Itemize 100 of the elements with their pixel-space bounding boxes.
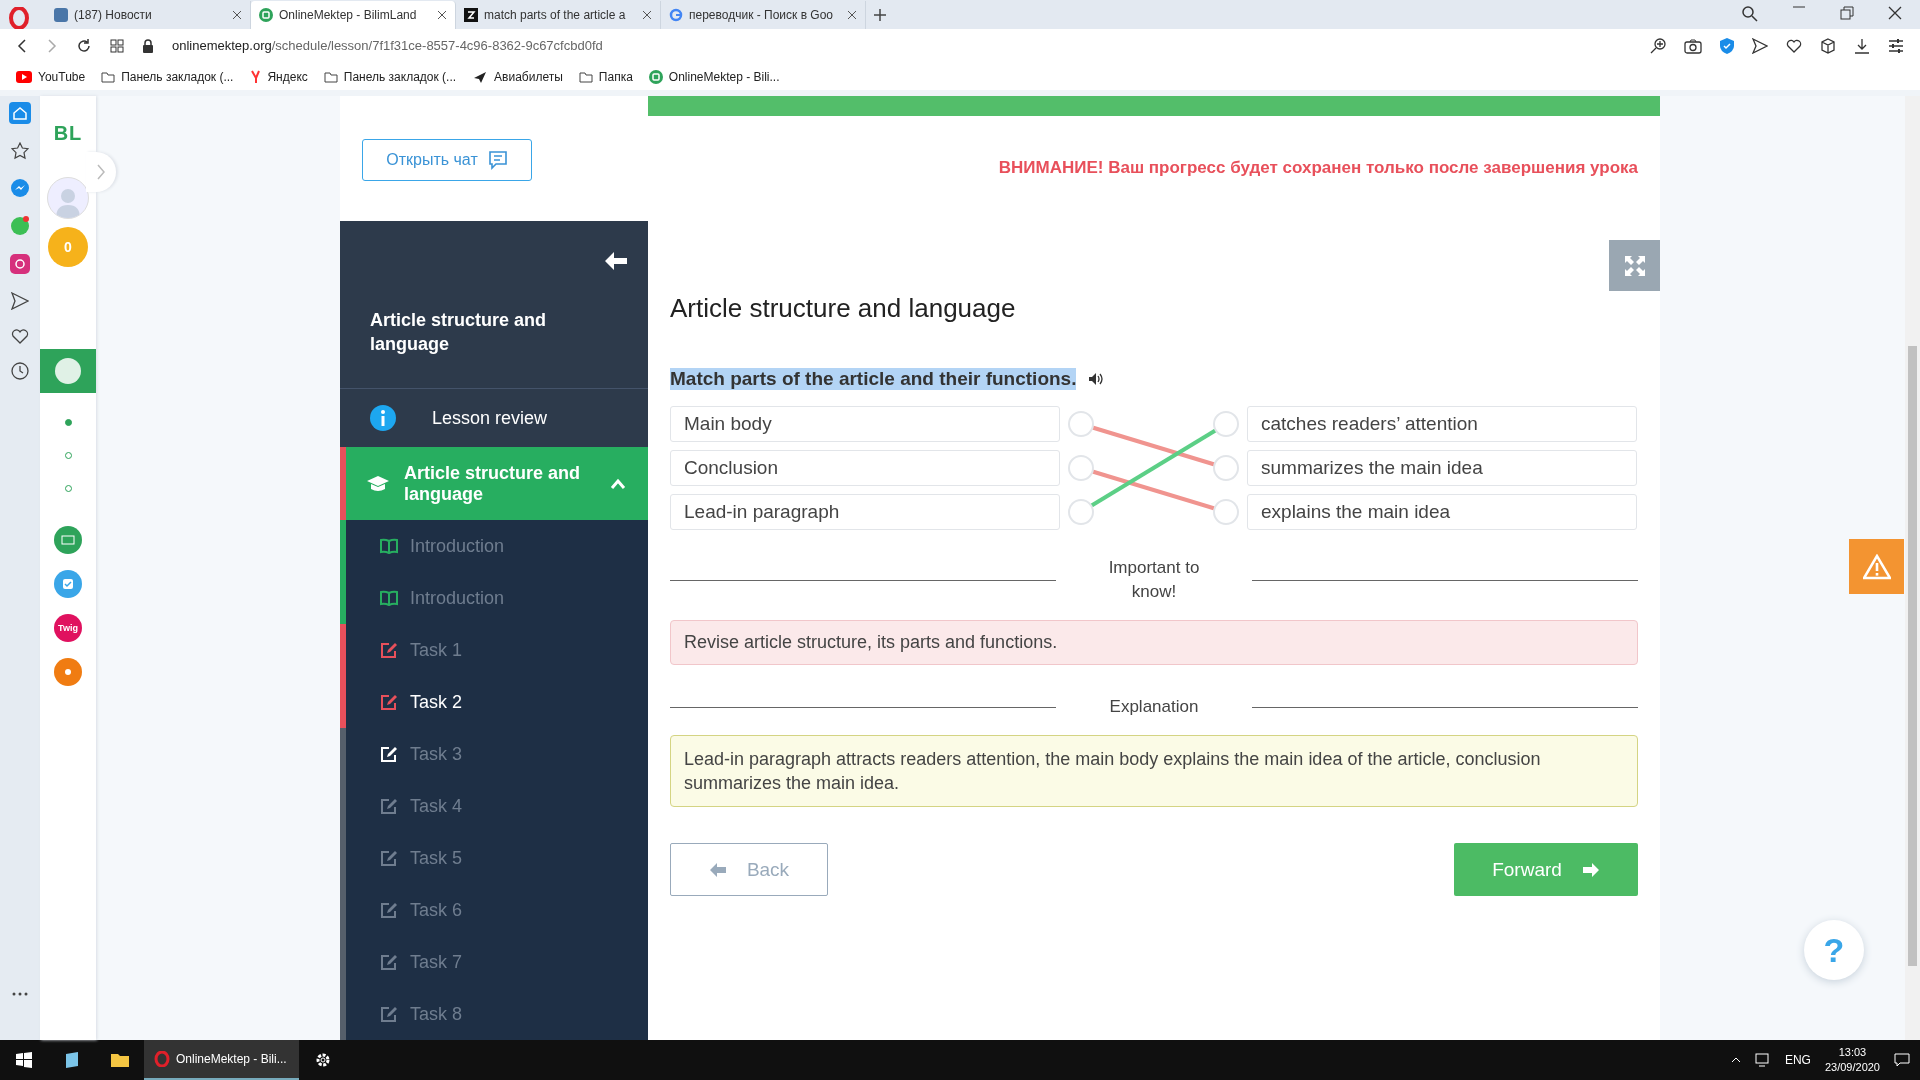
warning-text: ВНИМАНИЕ! Ваш прогресс будет сохранен только после завершения урока (997, 158, 1638, 178)
connector-handle[interactable] (1068, 499, 1094, 525)
heart-icon (11, 328, 29, 344)
browser-tab[interactable]: OnlineMektep - BilimLand (251, 0, 456, 29)
match-item[interactable]: Lead-in paragraph (670, 494, 1060, 530)
site-logo-icon (648, 69, 663, 84)
caret-icon (1730, 1057, 1741, 1063)
clock-icon (11, 362, 29, 380)
avatar[interactable] (47, 177, 89, 219)
person-silhouette-icon (55, 186, 81, 218)
lesson-review-label[interactable]: Lesson review (432, 407, 548, 429)
close-icon[interactable] (437, 9, 447, 20)
coin-count: 0 (48, 227, 88, 267)
report-button[interactable] (1849, 539, 1904, 594)
warning-icon (1862, 553, 1891, 580)
fullscreen-button[interactable] (1609, 240, 1660, 291)
info-icon (370, 405, 396, 431)
camera-square-icon (10, 254, 30, 274)
search-icon (1742, 6, 1758, 23)
reload-icon (76, 37, 92, 54)
browser-logo-icon (8, 6, 30, 29)
left-arrow-icon (708, 861, 727, 878)
letter-y-icon (249, 69, 262, 84)
hint-box: Revise article structure, its parts and functions. (670, 620, 1638, 665)
taskbar-app[interactable]: OnlineMektep - Bili... (144, 1040, 299, 1080)
chevron-icon[interactable] (610, 477, 626, 490)
browser-tab[interactable]: (187) Новости (46, 0, 251, 29)
send-icon (11, 292, 29, 310)
more-icon (12, 992, 28, 996)
step-dot[interactable] (64, 419, 72, 426)
vk-icon (54, 7, 68, 22)
match-item[interactable]: catches readers’ attention (1247, 406, 1637, 442)
settings-icon (314, 1051, 332, 1069)
clock-time[interactable]: 13:03 (1838, 1045, 1867, 1060)
connector-handle[interactable] (1213, 455, 1239, 481)
site-logo-icon (259, 7, 273, 22)
lesson-step-item[interactable]: Task 2 (340, 676, 648, 728)
network-icon (1754, 1053, 1771, 1067)
connector-handle[interactable] (1213, 499, 1239, 525)
course-logo[interactable] (40, 349, 96, 393)
grid-icon (110, 38, 124, 53)
bookmark-link[interactable]: YouTube (38, 69, 86, 84)
right-arrow-icon (1581, 861, 1600, 878)
download-icon (1854, 37, 1870, 54)
close-icon[interactable] (847, 9, 857, 20)
windows-icon (16, 1052, 32, 1068)
task-title: Article structure and language (670, 293, 1017, 324)
cube-icon (1820, 37, 1836, 54)
app-icon[interactable] (54, 658, 82, 686)
folder-icon (101, 70, 116, 83)
notification-icon (1894, 1053, 1910, 1067)
minimize-icon (1792, 6, 1806, 9)
app-icon[interactable] (54, 526, 82, 554)
connector-handle[interactable] (1213, 411, 1239, 437)
section-heading: Important to know! (1107, 557, 1201, 603)
bookmark-link[interactable]: Яндекс (267, 69, 308, 84)
app-icon[interactable] (54, 570, 82, 598)
lock-icon (142, 38, 154, 53)
match-item[interactable]: explains the main idea (1247, 494, 1637, 530)
match-item[interactable]: summarizes the main idea (1247, 450, 1637, 486)
close-icon[interactable] (232, 9, 242, 20)
section-heading: Explanation (1108, 696, 1200, 718)
folder-icon (110, 1052, 130, 1068)
lesson-review-item[interactable]: Lesson review (340, 389, 648, 447)
connector-handle[interactable] (1068, 455, 1094, 481)
folder-icon (578, 70, 593, 83)
clock-date[interactable]: 23/09/2020 (1824, 1060, 1880, 1075)
left-arrow-icon (604, 251, 628, 271)
sun-icon (62, 666, 74, 678)
match-item[interactable]: Main body (670, 406, 1060, 442)
zoom-icon (1650, 37, 1666, 54)
bookmark-link[interactable]: Папка (598, 69, 633, 84)
scrollbar-thumb[interactable] (1908, 346, 1917, 966)
bookmark-link[interactable]: OnlineMektep - Bili... (668, 69, 780, 84)
bookmark-link[interactable]: Авиабилеты (494, 69, 563, 84)
browser-logo-icon (154, 1051, 170, 1067)
checkbox-icon (62, 578, 74, 590)
browser-tab[interactable]: match parts of the article a (456, 0, 661, 29)
app-link[interactable]: Twig (54, 614, 82, 642)
video-play-icon (16, 70, 32, 83)
graduation-cap-icon (366, 474, 390, 493)
address-field[interactable]: onlinemektep.org/schedule/lesson/7f1f31ce-8557-4c96-8362-9c67cfcbd0fd (172, 38, 1632, 54)
new-tab-icon[interactable] (874, 8, 886, 21)
chat-bubble-icon (10, 216, 30, 236)
browser-tab[interactable]: переводчик - Поиск в Goo (661, 0, 866, 29)
speaker-icon (1088, 372, 1105, 386)
bookmark-link[interactable]: Панель закладок (... (343, 69, 457, 84)
language-indicator[interactable]: ENG (1784, 1053, 1811, 1067)
close-icon[interactable] (642, 9, 652, 20)
match-item[interactable]: Conclusion (670, 450, 1060, 486)
folder-icon (323, 70, 338, 83)
close-icon (1888, 6, 1902, 21)
lesson-title: Article structure and language (370, 309, 548, 356)
home-icon (9, 102, 31, 124)
connector-handle[interactable] (1068, 411, 1094, 437)
star-icon (11, 142, 29, 160)
back-icon (16, 38, 28, 53)
bookmark-link[interactable]: Панель закладок (... (121, 69, 234, 84)
messenger-icon (10, 178, 30, 198)
chevron-icon (96, 164, 106, 180)
